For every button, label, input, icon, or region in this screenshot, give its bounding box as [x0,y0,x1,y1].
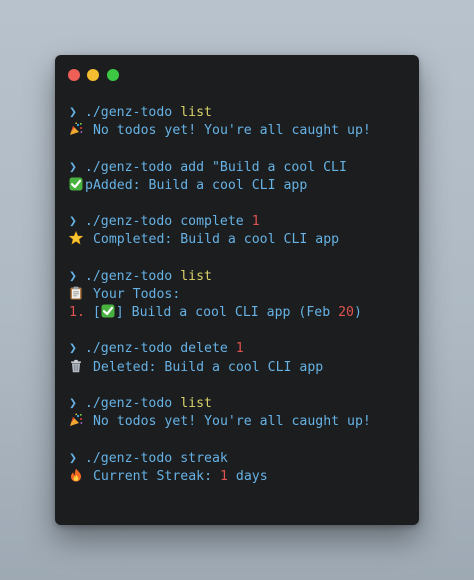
prompt-symbol: ❯ [69,159,77,175]
output-text: Deleted: Build a cool CLI app [92,359,324,375]
clipboard-icon [69,286,85,304]
command-line: ❯ ./genz-todo streak [69,450,413,468]
output-text: days [227,468,268,484]
prompt-symbol: ❯ [69,396,77,411]
command-name: ./genz-todo [84,159,173,175]
prompt-symbol: ❯ [69,268,77,284]
command-argument: list [180,268,212,284]
command-line: ❯ ./genz-todo complete 1 [69,213,413,231]
party-popper-icon [69,122,85,140]
output-line: Completed: Build a cool CLI app [69,231,413,249]
output-number: 1. [69,305,85,321]
output-text: ) [353,305,362,321]
command-argument: 1 [251,214,260,230]
output-line: No todos yet! You're all caught up! [69,413,413,431]
trash-icon [69,359,85,377]
terminal-output[interactable]: ❯ ./genz-todo list No todos yet! You're … [69,104,413,486]
command-argument: add "Build a cool CLI [180,159,347,175]
command-line: ❯ ./genz-todo list [69,268,413,286]
output-line: No todos yet! You're all caught up! [69,122,413,140]
prompt-symbol: ❯ [69,341,77,357]
command-name: ./genz-todo [84,450,173,466]
command-line: ❯ ./genz-todo add "Build a cool CLI [69,159,413,177]
command-line: ❯ ./genz-todo list [69,395,413,413]
command-line: ❯ ./genz-todo delete 1 [69,340,413,358]
output-text: Completed: Build a cool CLI app [92,232,340,248]
prompt-symbol: ❯ [69,214,77,230]
check-mark-icon [69,177,85,195]
prompt-symbol: ❯ [69,105,77,120]
command-name: ./genz-todo [84,396,173,411]
output-text: pAdded: Build a cool CLI app [85,177,308,193]
output-number: 20 [338,305,354,321]
command-argument: list [180,105,212,120]
terminal-window: ❯ ./genz-todo list No todos yet! You're … [55,55,419,525]
output-line: pAdded: Build a cool CLI app [69,177,413,195]
output-text: Current Streak: [92,468,213,484]
command-argument: 1 [235,341,244,357]
output-text: ] Build a cool CLI app (Feb [115,305,339,321]
command-argument: complete [180,214,244,230]
command-argument: delete [180,341,228,357]
minimize-window-button[interactable] [87,69,99,81]
window-titlebar [55,55,419,95]
command-name: ./genz-todo [84,268,173,284]
output-line: Your Todos: [69,286,413,304]
command-line: ❯ ./genz-todo list [69,104,413,122]
command-argument: streak [180,450,228,466]
output-text: No todos yet! You're all caught up! [92,414,371,430]
maximize-window-button[interactable] [107,69,119,81]
check-mark-icon [101,304,116,322]
output-line: Deleted: Build a cool CLI app [69,359,413,377]
command-name: ./genz-todo [84,105,173,120]
command-argument: list [180,396,212,411]
party-popper-icon [69,413,85,431]
output-text: Your Todos: [92,286,181,302]
command-name: ./genz-todo [84,341,173,357]
output-text: No todos yet! You're all caught up! [92,123,371,139]
output-line: 1. [ ] Build a cool CLI app (Feb 20) [69,304,413,322]
star-icon [69,231,85,249]
command-name: ./genz-todo [84,214,173,230]
output-text: [ [84,305,101,321]
close-window-button[interactable] [68,69,80,81]
output-line: Current Streak: 1 days [69,468,413,486]
prompt-symbol: ❯ [69,450,77,466]
fire-icon [69,468,85,486]
output-number: 1 [220,468,228,484]
